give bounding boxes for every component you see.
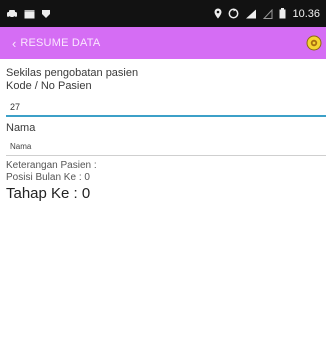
patient-code-input[interactable] bbox=[6, 99, 326, 117]
section-subtitle: Sekilas pengobatan pasien bbox=[6, 67, 139, 79]
status-right-icons: 10.36 bbox=[214, 8, 320, 20]
status-bar: 10.36 bbox=[0, 0, 326, 27]
shield-icon bbox=[41, 9, 51, 19]
signal-empty-icon bbox=[263, 8, 273, 19]
status-left-icons bbox=[6, 9, 51, 19]
patient-code-label: Kode / No Pasien bbox=[6, 80, 92, 92]
signal-icon bbox=[245, 9, 257, 19]
month-position-text: Posisi Bulan Ke : 0 bbox=[6, 172, 90, 183]
car-icon bbox=[6, 9, 18, 19]
battery-icon bbox=[279, 8, 286, 19]
back-chevron-icon[interactable]: ‹ bbox=[12, 37, 16, 50]
patient-name-label: Nama bbox=[6, 122, 36, 134]
sync-icon bbox=[228, 8, 239, 19]
app-bar: ‹ RESUME DATA bbox=[0, 27, 326, 59]
content-area: Sekilas pengobatan pasien Kode / No Pasi… bbox=[6, 67, 326, 203]
patient-notes-label: Keterangan Pasien : bbox=[6, 160, 97, 171]
location-pin-icon bbox=[214, 8, 222, 19]
patient-name-input[interactable] bbox=[6, 138, 326, 156]
calendar-icon bbox=[24, 9, 35, 19]
status-time: 10.36 bbox=[292, 7, 320, 20]
app-title: RESUME DATA bbox=[20, 37, 101, 49]
stage-text: Tahap Ke : 0 bbox=[6, 185, 91, 202]
settings-badge-icon[interactable] bbox=[304, 33, 324, 53]
